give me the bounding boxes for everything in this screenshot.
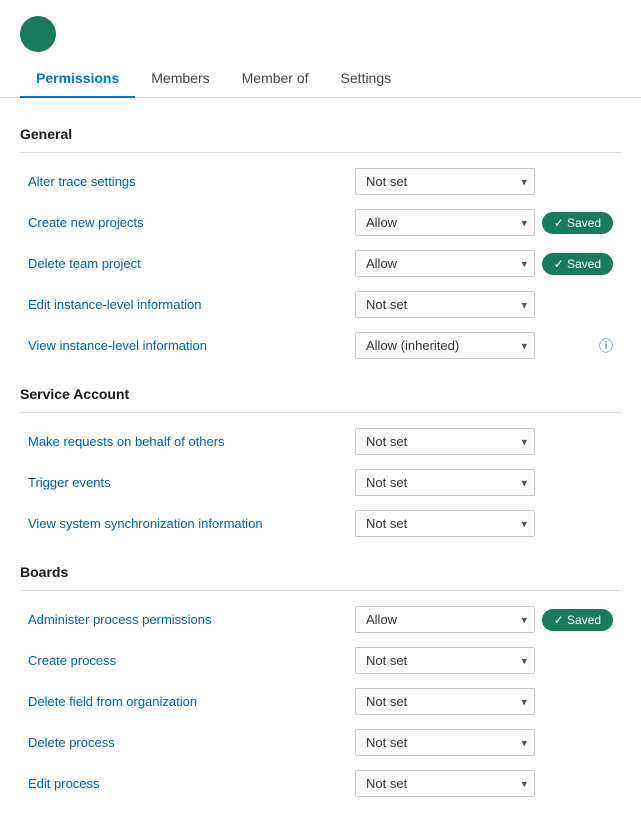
permission-row: Edit instance-level information Not setAl… [20, 284, 621, 325]
section-boards: Boards Administer process permissions Not … [20, 552, 621, 804]
row-actions: ✓ Saved [543, 609, 613, 631]
permission-row: Edit process Not setAllowDenyAllow (inher… [20, 763, 621, 804]
permission-row: View system synchronization information N… [20, 503, 621, 544]
permission-select[interactable]: Not setAllowDenyAllow (inherited) [355, 647, 535, 674]
permission-select[interactable]: Not setAllowDenyAllow (inherited) [355, 168, 535, 195]
permission-select-wrapper: Not setAllowDenyAllow (inherited)▾ [355, 729, 535, 756]
permission-select[interactable]: Not setAllowDenyAllow (inherited) [355, 729, 535, 756]
saved-badge: ✓ Saved [542, 253, 613, 275]
section-divider [20, 590, 621, 591]
permission-select[interactable]: Not setAllowDenyAllow (inherited) [355, 209, 535, 236]
header [0, 0, 641, 60]
permission-row: Create new projects Not setAllowDenyAllow… [20, 202, 621, 243]
permission-label[interactable]: Create process [28, 653, 347, 668]
permission-label[interactable]: Create new projects [28, 215, 347, 230]
section-service-account: Service Account Make requests on behalf o… [20, 374, 621, 544]
row-actions: ✓ Saved [543, 253, 613, 275]
permission-row: Alter trace settings Not setAllowDenyAllo… [20, 161, 621, 202]
permission-select-wrapper: Not setAllowDenyAllow (inherited)▾ [355, 647, 535, 674]
permission-label[interactable]: Edit process [28, 776, 347, 791]
section-title: Boards [20, 552, 621, 586]
permission-select-wrapper: Not setAllowDenyAllow (inherited)▾ [355, 688, 535, 715]
row-actions: ⓘ [543, 336, 613, 356]
permission-label[interactable]: Alter trace settings [28, 174, 347, 189]
tab-member-of[interactable]: Member of [226, 60, 325, 98]
permission-label[interactable]: Make requests on behalf of others [28, 434, 347, 449]
permission-select-wrapper: Not setAllowDenyAllow (inherited)▾ [355, 332, 535, 359]
permission-select-wrapper: Not setAllowDenyAllow (inherited)▾ [355, 291, 535, 318]
permission-row: Delete process Not setAllowDenyAllow (inh… [20, 722, 621, 763]
permission-select-wrapper: Not setAllowDenyAllow (inherited)▾ [355, 510, 535, 537]
permission-select[interactable]: Not setAllowDenyAllow (inherited) [355, 770, 535, 797]
permission-select[interactable]: Not setAllowDenyAllow (inherited) [355, 428, 535, 455]
permission-select[interactable]: Not setAllowDenyAllow (inherited) [355, 250, 535, 277]
info-icon[interactable]: ⓘ [599, 336, 613, 356]
permission-select[interactable]: Not setAllowDenyAllow (inherited) [355, 510, 535, 537]
permission-select[interactable]: Not setAllowDenyAllow (inherited) [355, 332, 535, 359]
section-title: General [20, 114, 621, 148]
saved-badge: ✓ Saved [542, 609, 613, 631]
permission-select[interactable]: Not setAllowDenyAllow (inherited) [355, 606, 535, 633]
permission-label[interactable]: Edit instance-level information [28, 297, 347, 312]
permission-select[interactable]: Not setAllowDenyAllow (inherited) [355, 291, 535, 318]
main-content: General Alter trace settings Not setAllowD… [0, 98, 641, 828]
permission-label[interactable]: Delete team project [28, 256, 347, 271]
nav-tabs: PermissionsMembersMember ofSettings [0, 60, 641, 98]
permission-select-wrapper: Not setAllowDenyAllow (inherited)▾ [355, 428, 535, 455]
permission-select-wrapper: Not setAllowDenyAllow (inherited)▾ [355, 250, 535, 277]
permission-row: Delete team project Not setAllowDenyAllow… [20, 243, 621, 284]
permission-label[interactable]: Delete field from organization [28, 694, 347, 709]
row-actions: ✓ Saved [543, 212, 613, 234]
permission-row: Trigger events Not setAllowDenyAllow (inh… [20, 462, 621, 503]
permission-label[interactable]: Trigger events [28, 475, 347, 490]
tab-permissions[interactable]: Permissions [20, 60, 135, 98]
section-divider [20, 152, 621, 153]
permission-select-wrapper: Not setAllowDenyAllow (inherited)▾ [355, 168, 535, 195]
tab-settings[interactable]: Settings [325, 60, 408, 98]
permission-select-wrapper: Not setAllowDenyAllow (inherited)▾ [355, 770, 535, 797]
section-title: Service Account [20, 374, 621, 408]
permission-select-wrapper: Not setAllowDenyAllow (inherited)▾ [355, 209, 535, 236]
tab-members[interactable]: Members [135, 60, 225, 98]
section-divider [20, 412, 621, 413]
permission-row: View instance-level information Not setAl… [20, 325, 621, 366]
section-general: General Alter trace settings Not setAllowD… [20, 114, 621, 366]
permission-select[interactable]: Not setAllowDenyAllow (inherited) [355, 688, 535, 715]
saved-badge: ✓ Saved [542, 212, 613, 234]
permission-row: Administer process permissions Not setAll… [20, 599, 621, 640]
permission-select-wrapper: Not setAllowDenyAllow (inherited)▾ [355, 606, 535, 633]
permission-select[interactable]: Not setAllowDenyAllow (inherited) [355, 469, 535, 496]
permission-label[interactable]: View instance-level information [28, 338, 347, 353]
permission-label[interactable]: View system synchronization information [28, 516, 347, 531]
permission-row: Make requests on behalf of others Not set… [20, 421, 621, 462]
permission-row: Delete field from organization Not setAll… [20, 681, 621, 722]
permission-row: Create process Not setAllowDenyAllow (inh… [20, 640, 621, 681]
avatar [20, 16, 56, 52]
permission-label[interactable]: Delete process [28, 735, 347, 750]
permission-select-wrapper: Not setAllowDenyAllow (inherited)▾ [355, 469, 535, 496]
permission-label[interactable]: Administer process permissions [28, 612, 347, 627]
